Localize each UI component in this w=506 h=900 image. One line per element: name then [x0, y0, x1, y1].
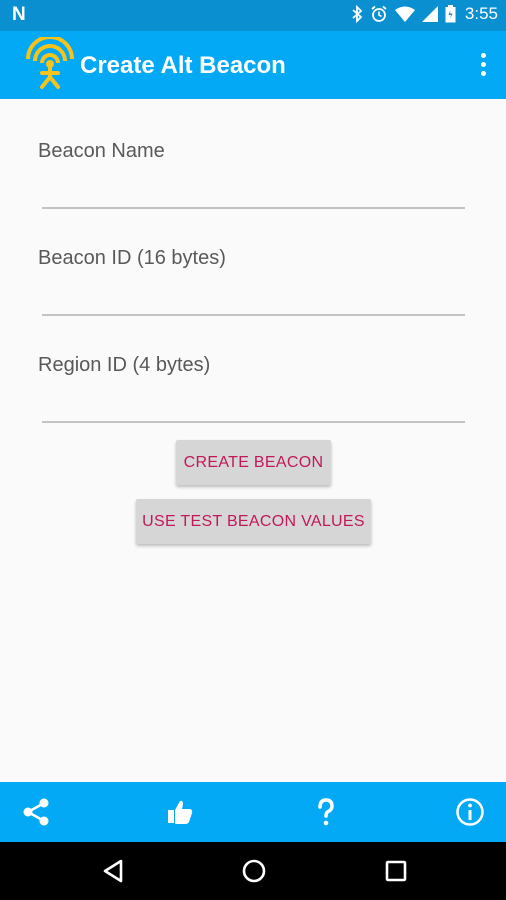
n-notification-icon: N — [12, 4, 26, 25]
thumbs-up-icon[interactable] — [164, 796, 196, 828]
beacon-name-input[interactable] — [42, 172, 465, 206]
back-icon[interactable] — [98, 856, 128, 886]
overflow-menu-icon[interactable] — [480, 53, 488, 77]
status-time: 3:55 — [464, 4, 498, 23]
app-title: Create Alt Beacon — [80, 52, 286, 79]
use-test-beacon-values-button[interactable]: USE TEST BEACON VALUES — [136, 499, 371, 544]
beacon-id-label: Beacon ID (16 bytes) — [38, 247, 226, 269]
status-icons: 3:55 — [351, 4, 498, 24]
app-bar: Create Alt Beacon — [0, 31, 506, 99]
create-beacon-button[interactable]: CREATE BEACON — [176, 440, 331, 485]
beacon-name-label: Beacon Name — [38, 140, 165, 162]
region-id-underline — [42, 421, 465, 423]
beacon-name-underline — [42, 207, 465, 209]
alarm-icon — [371, 5, 387, 22]
status-bar: N 3:55 — [0, 0, 506, 31]
share-icon[interactable] — [20, 796, 52, 828]
beacon-id-input[interactable] — [42, 279, 465, 313]
beacon-logo-icon — [26, 37, 74, 89]
bluetooth-icon — [352, 5, 363, 23]
beacon-id-underline — [42, 314, 465, 316]
recents-icon[interactable] — [381, 856, 411, 886]
wifi-icon — [394, 6, 415, 22]
info-icon[interactable] — [454, 796, 486, 828]
battery-icon — [445, 5, 456, 23]
region-id-input[interactable] — [42, 386, 465, 420]
help-icon[interactable] — [310, 796, 342, 828]
system-nav-bar — [0, 842, 506, 900]
bottom-action-bar — [0, 782, 506, 842]
signal-icon — [421, 6, 438, 22]
home-icon[interactable] — [239, 856, 269, 886]
region-id-label: Region ID (4 bytes) — [38, 354, 211, 376]
